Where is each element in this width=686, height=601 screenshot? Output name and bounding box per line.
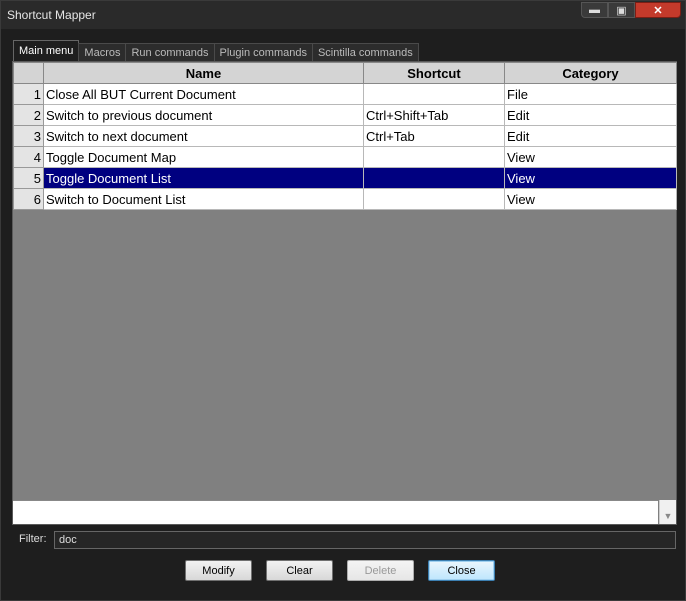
title-bar[interactable]: Shortcut Mapper ▬ ▣ ✕ bbox=[1, 1, 685, 29]
shortcut-cell[interactable] bbox=[363, 167, 505, 189]
tab-macros[interactable]: Macros bbox=[78, 43, 127, 61]
row-number: 5 bbox=[13, 167, 44, 189]
category-cell[interactable]: View bbox=[504, 167, 677, 189]
clear-button[interactable]: Clear bbox=[266, 560, 333, 581]
row-number-header bbox=[13, 62, 44, 84]
category-column-header[interactable]: Category bbox=[504, 62, 677, 84]
table-row[interactable]: 1 Close All BUT Current Document File bbox=[13, 83, 677, 105]
shortcut-cell[interactable]: Ctrl+Shift+Tab bbox=[363, 104, 505, 126]
command-name-cell[interactable]: Switch to next document bbox=[43, 125, 364, 147]
close-button[interactable]: Close bbox=[428, 560, 495, 581]
tab-scintilla-commands[interactable]: Scintilla commands bbox=[311, 43, 419, 61]
tab-main-menu[interactable]: Main menu bbox=[13, 40, 80, 61]
command-name-cell[interactable]: Switch to previous document bbox=[43, 104, 364, 126]
command-name-cell[interactable]: Switch to Document List bbox=[43, 188, 364, 210]
window-title: Shortcut Mapper bbox=[7, 8, 96, 22]
maximize-button[interactable]: ▣ bbox=[608, 2, 635, 18]
command-name-cell[interactable]: Toggle Document List bbox=[43, 167, 364, 189]
row-number: 4 bbox=[13, 146, 44, 168]
close-window-button[interactable]: ✕ bbox=[635, 2, 681, 18]
category-cell[interactable]: View bbox=[504, 146, 677, 168]
category-cell[interactable]: Edit bbox=[504, 125, 677, 147]
caption-buttons: ▬ ▣ ✕ bbox=[581, 2, 681, 20]
command-name-cell[interactable]: Close All BUT Current Document bbox=[43, 83, 364, 105]
scroll-down-arrow-icon[interactable]: ▼ bbox=[664, 511, 673, 521]
table-row[interactable]: 6 Switch to Document List View bbox=[13, 188, 677, 210]
table-row-selected[interactable]: 5 Toggle Document List View bbox=[13, 167, 677, 189]
tab-plugin-commands[interactable]: Plugin commands bbox=[213, 43, 313, 61]
info-scrollbar[interactable]: ▼ bbox=[659, 500, 676, 524]
table-row[interactable]: 2 Switch to previous document Ctrl+Shift… bbox=[13, 104, 677, 126]
shortcut-grid: Name Shortcut Category 1 Close All BUT C… bbox=[13, 62, 677, 210]
tab-run-commands[interactable]: Run commands bbox=[125, 43, 215, 61]
grid-header-row: Name Shortcut Category bbox=[13, 62, 677, 84]
row-number: 3 bbox=[13, 125, 44, 147]
table-row[interactable]: 3 Switch to next document Ctrl+Tab Edit bbox=[13, 125, 677, 147]
shortcut-grid-panel: Name Shortcut Category 1 Close All BUT C… bbox=[12, 61, 677, 525]
filter-label: Filter: bbox=[19, 533, 47, 545]
filter-input[interactable] bbox=[54, 531, 676, 549]
shortcut-cell[interactable]: Ctrl+Tab bbox=[363, 125, 505, 147]
category-cell[interactable]: View bbox=[504, 188, 677, 210]
row-number: 1 bbox=[13, 83, 44, 105]
shortcut-mapper-window: Shortcut Mapper ▬ ▣ ✕ Main menu Macros R… bbox=[0, 0, 686, 601]
conflict-info-box[interactable] bbox=[13, 500, 658, 524]
row-number: 2 bbox=[13, 104, 44, 126]
command-name-cell[interactable]: Toggle Document Map bbox=[43, 146, 364, 168]
shortcut-column-header[interactable]: Shortcut bbox=[363, 62, 505, 84]
minimize-button[interactable]: ▬ bbox=[581, 2, 608, 18]
shortcut-cell[interactable] bbox=[363, 146, 505, 168]
table-row[interactable]: 4 Toggle Document Map View bbox=[13, 146, 677, 168]
shortcut-cell[interactable] bbox=[363, 83, 505, 105]
category-cell[interactable]: Edit bbox=[504, 104, 677, 126]
modify-button[interactable]: Modify bbox=[185, 560, 252, 581]
delete-button[interactable]: Delete bbox=[347, 560, 414, 581]
name-column-header[interactable]: Name bbox=[43, 62, 364, 84]
tab-strip: Main menu Macros Run commands Plugin com… bbox=[13, 40, 419, 61]
row-number: 6 bbox=[13, 188, 44, 210]
shortcut-cell[interactable] bbox=[363, 188, 505, 210]
category-cell[interactable]: File bbox=[504, 83, 677, 105]
